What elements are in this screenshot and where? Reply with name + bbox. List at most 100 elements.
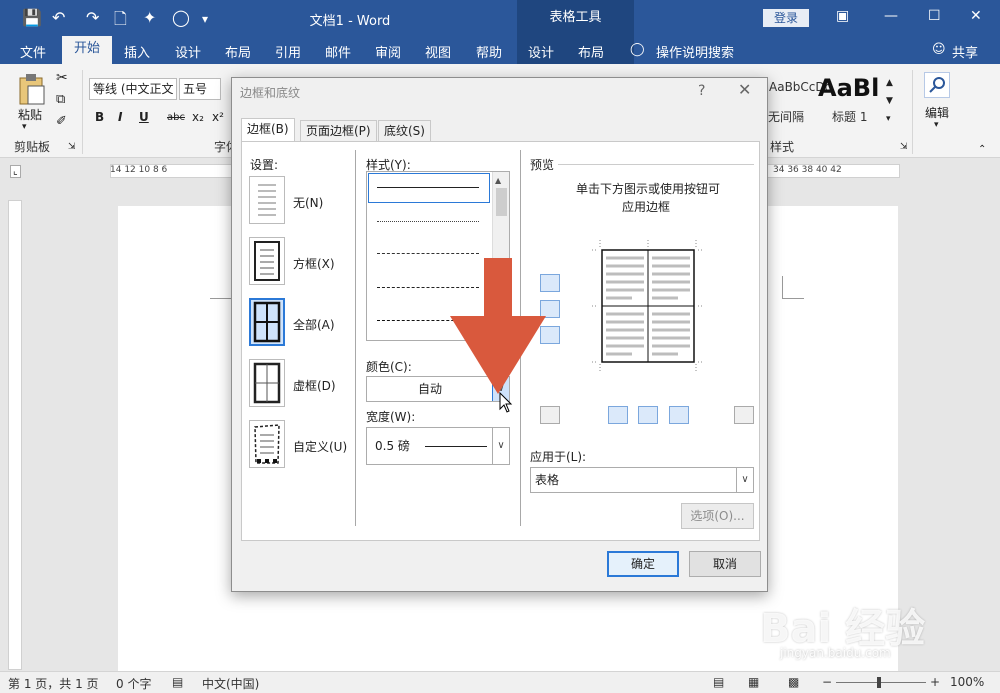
superscript-button[interactable]: x² xyxy=(212,110,224,124)
paste-button[interactable]: 粘贴 xyxy=(18,106,42,123)
word-count[interactable]: 0 个字 xyxy=(116,675,151,692)
annotation-arrow xyxy=(450,258,546,394)
preview-divider xyxy=(558,164,754,165)
diagonal-up-border-button[interactable] xyxy=(734,406,754,424)
read-mode-icon[interactable]: ▤ xyxy=(713,675,724,689)
tab-layout[interactable]: 布局 xyxy=(225,42,251,61)
zoom-level[interactable]: 100% xyxy=(950,675,984,689)
watermark-url: jingyan.baidu.com xyxy=(780,646,891,660)
proofing-icon[interactable]: ▤ xyxy=(172,675,183,689)
bold-button[interactable]: B xyxy=(95,110,104,124)
web-layout-icon[interactable]: ▩ xyxy=(788,675,799,689)
setting-grid-label[interactable]: 虚框(D) xyxy=(293,377,336,394)
tab-table-layout[interactable]: 布局 xyxy=(578,42,604,61)
minimize-icon[interactable]: — xyxy=(884,8,898,24)
ruler-left-numbers: 14 12 10 8 6 xyxy=(110,165,168,175)
search-icon[interactable] xyxy=(924,72,950,98)
margin-corner-right-v xyxy=(782,276,783,298)
tell-me-search[interactable]: 操作说明搜索 xyxy=(656,42,734,61)
zoom-slider-thumb[interactable] xyxy=(877,677,881,688)
right-border-button[interactable] xyxy=(669,406,689,424)
strikethrough-button[interactable]: abc xyxy=(167,112,185,123)
apply-to-dropdown[interactable]: 表格 ∨ xyxy=(530,467,754,493)
scroll-up-icon[interactable]: ▲ xyxy=(495,176,501,185)
vertical-ruler[interactable] xyxy=(8,200,22,670)
line-style-dashed-short[interactable] xyxy=(377,253,479,254)
styles-scroll-up-icon[interactable]: ▲ xyxy=(886,78,893,88)
style-heading1-preview[interactable]: AaBl xyxy=(818,74,879,102)
cancel-button[interactable]: 取消 xyxy=(689,551,761,577)
line-style-solid[interactable] xyxy=(377,187,479,188)
share-button[interactable]: 共享 xyxy=(952,42,978,61)
left-border-button[interactable] xyxy=(608,406,628,424)
chevron-down-icon[interactable]: ∨ xyxy=(736,468,753,492)
setting-grid-icon[interactable] xyxy=(249,359,285,407)
tab-design[interactable]: 设计 xyxy=(175,42,201,61)
setting-custom-label[interactable]: 自定义(U) xyxy=(293,438,347,455)
tab-home[interactable]: 开始 xyxy=(62,36,113,64)
diagonal-down-border-button[interactable] xyxy=(540,406,560,424)
clipboard-launcher-icon[interactable]: ⇲ xyxy=(68,142,76,152)
tab-references[interactable]: 引用 xyxy=(275,42,301,61)
format-painter-icon[interactable]: ✐ xyxy=(56,114,67,129)
setting-box-icon[interactable] xyxy=(249,237,285,285)
table-tools-context-label: 表格工具 xyxy=(517,0,634,36)
options-button[interactable]: 选项(O)... xyxy=(681,503,754,529)
help-button[interactable]: ? xyxy=(698,83,705,99)
underline-button[interactable]: U xyxy=(139,110,149,124)
share-user-icon[interactable]: ☺ xyxy=(932,42,946,57)
tab-file[interactable]: 文件 xyxy=(20,42,46,61)
styles-more-icon[interactable]: ▾ xyxy=(886,114,891,124)
copy-icon[interactable]: ⧉ xyxy=(56,92,65,107)
line-style-dotted[interactable] xyxy=(377,221,479,222)
italic-button[interactable]: I xyxy=(118,110,122,124)
font-size-select[interactable]: 五号 xyxy=(179,78,221,100)
cut-icon[interactable]: ✂ xyxy=(56,70,68,86)
inside-vertical-border-button[interactable] xyxy=(638,406,658,424)
paste-dropdown-icon[interactable]: ▾ xyxy=(22,122,27,132)
language-indicator[interactable]: 中文(中国) xyxy=(202,675,259,692)
setting-custom-icon[interactable] xyxy=(249,420,285,468)
tab-mailings[interactable]: 邮件 xyxy=(325,42,351,61)
border-preview-diagram[interactable] xyxy=(592,240,704,372)
page-count[interactable]: 第 1 页，共 1 页 xyxy=(8,675,99,692)
zoom-in-icon[interactable]: + xyxy=(930,675,940,689)
width-dropdown[interactable]: 0.5 磅 ∨ xyxy=(366,427,510,465)
tab-borders[interactable]: 边框(B) xyxy=(241,118,295,142)
print-layout-icon[interactable]: ▦ xyxy=(748,675,759,689)
subscript-button[interactable]: x₂ xyxy=(192,110,204,124)
setting-all-icon[interactable] xyxy=(249,298,285,346)
maximize-icon[interactable]: ☐ xyxy=(928,8,941,24)
line-style-option-selected[interactable] xyxy=(368,173,490,203)
tab-help[interactable]: 帮助 xyxy=(476,42,502,61)
setting-none-icon[interactable] xyxy=(249,176,285,224)
tab-stop-selector-icon[interactable]: ⌞ xyxy=(10,165,21,178)
zoom-slider[interactable] xyxy=(836,682,926,683)
close-icon[interactable]: ✕ xyxy=(738,80,751,99)
styles-scroll-down-icon[interactable]: ▼ xyxy=(886,96,893,106)
lightbulb-icon[interactable]: ◯ xyxy=(630,42,645,57)
tab-page-border[interactable]: 页面边框(P) xyxy=(300,120,377,142)
editing-dropdown-icon[interactable]: ▾ xyxy=(934,120,939,130)
zoom-out-icon[interactable]: − xyxy=(822,675,832,689)
editing-button[interactable]: 编辑 xyxy=(925,104,949,121)
ok-button[interactable]: 确定 xyxy=(607,551,679,577)
scroll-thumb[interactable] xyxy=(496,188,507,216)
styles-launcher-icon[interactable]: ⇲ xyxy=(900,142,908,152)
font-name-select[interactable]: 等线 (中文正文 xyxy=(89,78,177,100)
ribbon-display-options-icon[interactable]: ▣ xyxy=(836,8,849,24)
tab-view[interactable]: 视图 xyxy=(425,42,451,61)
setting-none-label[interactable]: 无(N) xyxy=(293,194,323,211)
login-button[interactable]: 登录 xyxy=(763,9,809,27)
tab-table-design[interactable]: 设计 xyxy=(528,42,554,61)
width-label: 宽度(W): xyxy=(366,410,416,424)
close-window-icon[interactable]: ✕ xyxy=(970,8,982,24)
tab-shading[interactable]: 底纹(S) xyxy=(378,120,431,142)
collapse-ribbon-icon[interactable]: ⌃ xyxy=(978,144,986,155)
chevron-down-icon[interactable]: ∨ xyxy=(492,428,509,464)
clipboard-icon[interactable] xyxy=(14,72,48,106)
setting-all-label[interactable]: 全部(A) xyxy=(293,316,335,333)
tab-insert[interactable]: 插入 xyxy=(124,42,150,61)
tab-review[interactable]: 审阅 xyxy=(375,42,401,61)
setting-box-label[interactable]: 方框(X) xyxy=(293,255,335,272)
